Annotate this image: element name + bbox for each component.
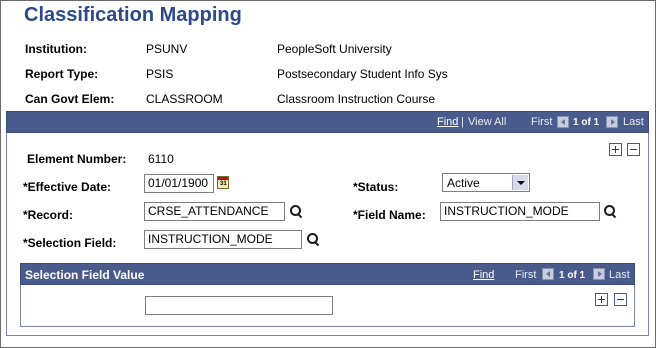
field-name-lookup-magnifier-icon[interactable] [603, 205, 617, 219]
report-type-label: Report Type: [25, 67, 99, 81]
record-lookup-magnifier-icon[interactable] [289, 205, 303, 219]
selection-field-lookup-magnifier-icon[interactable] [306, 233, 320, 247]
sub-add-row-plus-icon[interactable] [595, 293, 608, 306]
selection-field-value-header: Selection Field Value Find First 1 of 1 … [20, 263, 635, 285]
field-name-input[interactable]: INSTRUCTION_MODE [440, 202, 600, 221]
sub-prev-arrow-icon[interactable] [542, 268, 554, 280]
selection-field-label: *Selection Field: [23, 236, 117, 250]
record-label: *Record: [23, 208, 74, 222]
last-link[interactable]: Last [623, 116, 644, 128]
report-type-code: PSIS [146, 67, 174, 81]
status-select[interactable]: Active [442, 173, 530, 192]
chevron-down-icon[interactable] [512, 175, 528, 190]
nav-separator: | [461, 116, 464, 128]
selection-field-value-title: Selection Field Value [25, 268, 145, 282]
govt-elem-label: Can Govt Elem: [25, 92, 115, 106]
effective-date-label: *Effective Date: [23, 180, 112, 194]
next-arrow-icon[interactable] [606, 116, 618, 128]
sub-delete-row-minus-icon[interactable] [614, 293, 627, 306]
row-count: 1 of 1 [573, 117, 600, 128]
institution-label: Institution: [25, 42, 87, 56]
selection-field-input[interactable]: INSTRUCTION_MODE [144, 230, 302, 249]
grid-header-bar: Find | View All First 1 of 1 Last [6, 111, 649, 133]
prev-arrow-icon[interactable] [557, 116, 569, 128]
sub-first-link[interactable]: First [515, 269, 536, 281]
delete-row-minus-icon[interactable] [627, 143, 640, 156]
effective-date-input[interactable]: 01/01/1900 [144, 174, 214, 193]
institution-description: PeopleSoft University [277, 42, 392, 56]
record-input[interactable]: CRSE_ATTENDANCE [144, 202, 285, 221]
sub-last-link[interactable]: Last [609, 269, 630, 281]
govt-elem-code: CLASSROOM [146, 92, 223, 106]
sub-find-link[interactable]: Find [473, 269, 494, 281]
element-number-label: Element Number: [27, 152, 127, 166]
calendar-icon[interactable]: 31 [217, 176, 229, 189]
report-type-description: Postsecondary Student Info Sys [277, 67, 448, 81]
find-link[interactable]: Find [437, 116, 458, 128]
field-name-label: *Field Name: [353, 208, 426, 222]
status-value: Active [447, 176, 480, 190]
status-label: *Status: [353, 180, 399, 194]
institution-code: PSUNV [146, 42, 188, 56]
sub-next-arrow-icon[interactable] [593, 268, 605, 280]
sub-row-count: 1 of 1 [559, 270, 586, 281]
element-number-value: 6110 [148, 152, 174, 166]
page-title: Classification Mapping [24, 4, 242, 26]
add-row-plus-icon[interactable] [609, 143, 622, 156]
govt-elem-description: Classroom Instruction Course [277, 92, 436, 106]
selection-field-value-input[interactable] [145, 296, 333, 315]
view-all-link[interactable]: View All [468, 116, 506, 128]
first-link[interactable]: First [531, 116, 552, 128]
